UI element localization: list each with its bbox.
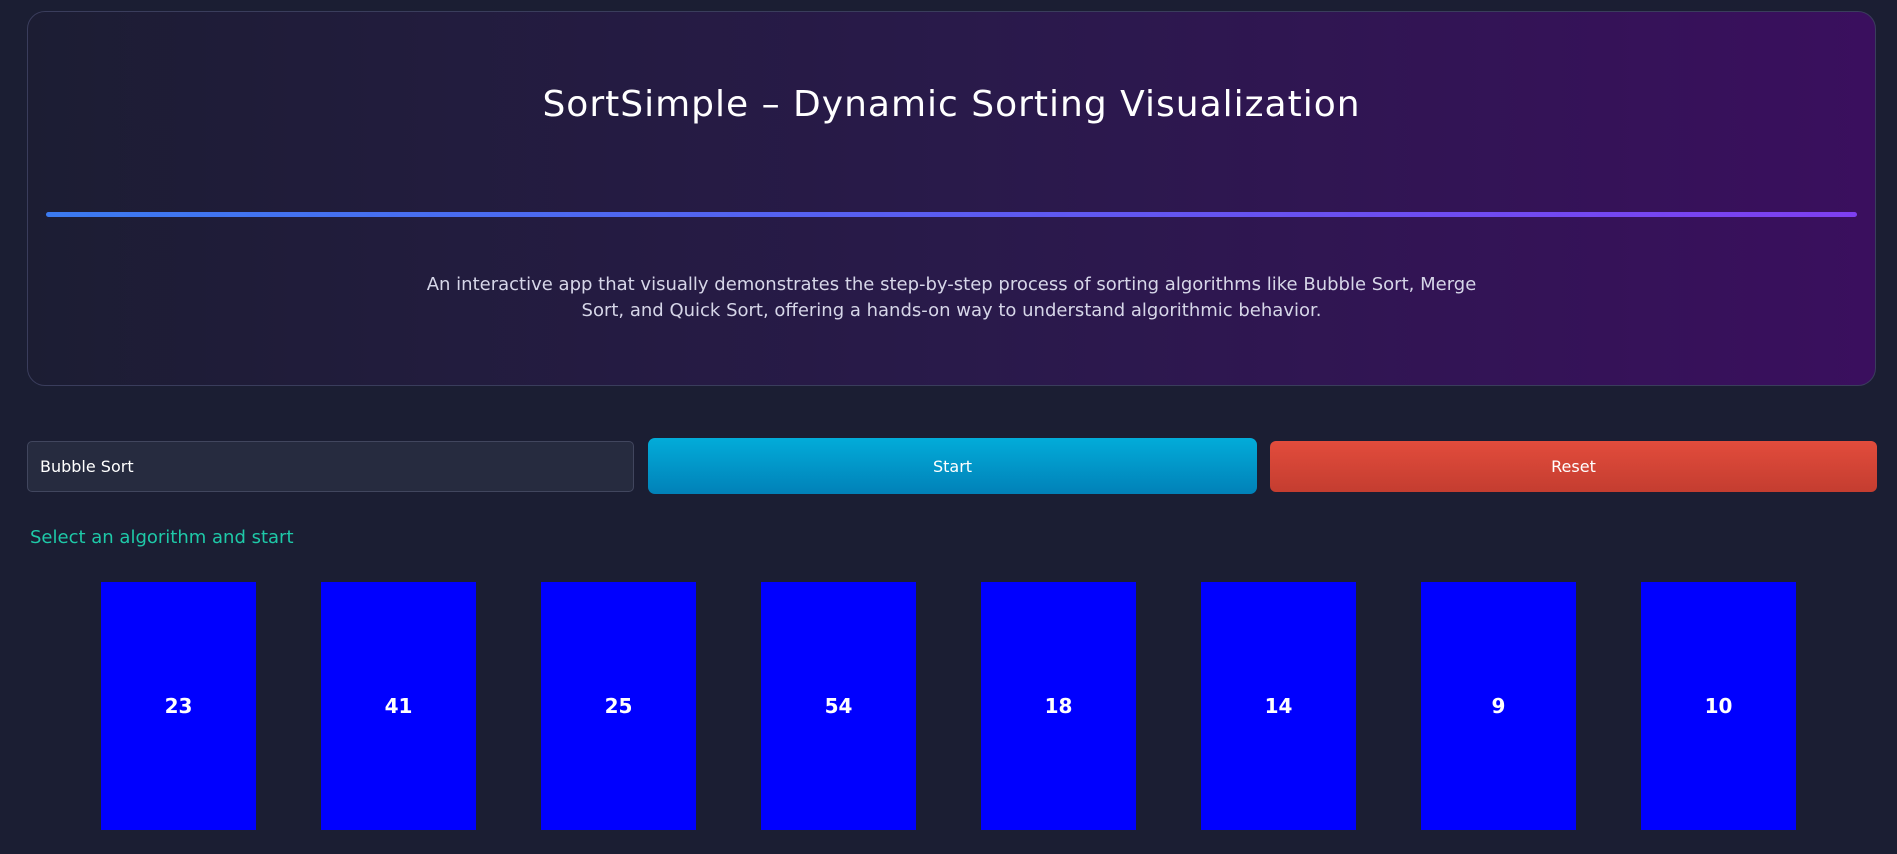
bar-value: 41: [384, 694, 413, 718]
header-divider: [46, 212, 1857, 217]
app-page: SortSimple – Dynamic Sorting Visualizati…: [0, 0, 1897, 854]
array-bar: 10: [1641, 582, 1796, 830]
algorithm-input[interactable]: [27, 441, 634, 492]
bar-value: 23: [164, 694, 193, 718]
bar-value: 54: [824, 694, 853, 718]
array-bar: 14: [1201, 582, 1356, 830]
bar-value: 18: [1044, 694, 1073, 718]
array-bar: 23: [101, 582, 256, 830]
status-message: Select an algorithm and start: [30, 527, 294, 548]
header-card: SortSimple – Dynamic Sorting Visualizati…: [27, 11, 1876, 386]
reset-button[interactable]: Reset: [1270, 441, 1877, 492]
array-bar: 41: [321, 582, 476, 830]
page-title: SortSimple – Dynamic Sorting Visualizati…: [542, 84, 1361, 125]
array-bar: 9: [1421, 582, 1576, 830]
array-bar: 18: [981, 582, 1136, 830]
bar-value: 25: [604, 694, 633, 718]
app-description: An interactive app that visually demonst…: [426, 274, 1477, 321]
array-bar: 54: [761, 582, 916, 830]
bar-value: 14: [1264, 694, 1293, 718]
array-bars: 23 41 25 54 18 14 9 10: [0, 582, 1897, 830]
array-bar: 25: [541, 582, 696, 830]
bar-value: 10: [1704, 694, 1733, 718]
start-button[interactable]: Start: [648, 438, 1257, 494]
bar-value: 9: [1491, 694, 1506, 718]
